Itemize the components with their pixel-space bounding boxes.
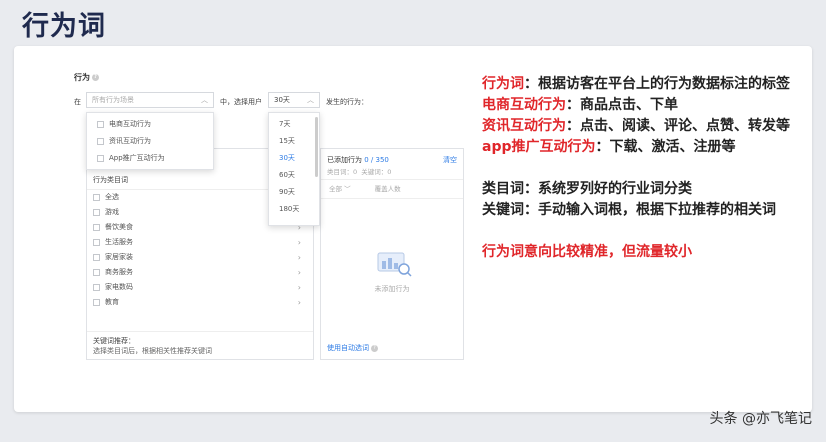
keyword-recommend: 关键词推荐： 选择类目词后，根据相关性推荐关键词 bbox=[87, 331, 313, 359]
days-dropdown: 7天 15天 30天 60天 90天 180天 bbox=[268, 112, 320, 226]
days-select[interactable]: 30天 ︿ bbox=[268, 92, 320, 108]
behavior-label-text: 行为 bbox=[74, 73, 90, 82]
empty-state-icon bbox=[377, 252, 412, 277]
filter-all[interactable]: 全部 ﹀ bbox=[329, 185, 351, 193]
chevron-up-icon: ︿ bbox=[201, 96, 208, 104]
mid-text: 中，选择用户 bbox=[220, 98, 262, 106]
behavior-section-label: 行为? bbox=[74, 72, 99, 83]
auto-select-row[interactable]: 使用自动选词? bbox=[327, 343, 378, 353]
category-item[interactable]: 商务服务 › bbox=[87, 265, 313, 280]
checkbox[interactable] bbox=[93, 298, 100, 306]
day-option[interactable]: 90天 bbox=[269, 184, 319, 201]
scene-select-placeholder: 所有行为场景 bbox=[92, 96, 134, 104]
note-line: 行为词：根据访客在平台上的行为数据标注的标签 bbox=[482, 76, 790, 92]
days-select-value: 30天 bbox=[274, 96, 290, 104]
day-option[interactable]: 7天 bbox=[269, 116, 319, 133]
category-count: 类目词：0 bbox=[327, 168, 358, 176]
day-option[interactable]: 60天 bbox=[269, 167, 319, 184]
clear-button[interactable]: 清空 bbox=[443, 155, 457, 165]
recommend-label: 关键词推荐： bbox=[93, 337, 135, 345]
checkbox[interactable] bbox=[97, 154, 104, 162]
checkbox[interactable] bbox=[93, 208, 100, 216]
filter-coverage[interactable]: 覆盖人数 bbox=[375, 185, 401, 193]
note-line: 关键词：手动输入词根，根据下拉推荐的相关词 bbox=[482, 202, 776, 218]
notes-text: 行为词：根据访客在平台上的行为数据标注的标签 电商互动行为：商品点击、下单 资讯… bbox=[482, 74, 792, 263]
added-stats: 类目词：0 关键词：0 bbox=[327, 166, 391, 176]
added-count: 0 / 350 bbox=[364, 156, 389, 164]
scene-select[interactable]: 所有行为场景 ︿ bbox=[86, 92, 214, 108]
chevron-right-icon: › bbox=[297, 238, 301, 247]
help-icon[interactable]: ? bbox=[92, 74, 99, 81]
dropdown-scrollbar[interactable] bbox=[315, 117, 318, 177]
content-card: 行为? 在 所有行为场景 ︿ 中，选择用户 30天 ︿ 发生的行为： 电商互动行… bbox=[14, 46, 812, 412]
checkbox[interactable] bbox=[93, 268, 100, 276]
checkbox[interactable] bbox=[97, 137, 104, 145]
checkbox[interactable] bbox=[93, 283, 100, 291]
checkbox[interactable] bbox=[93, 193, 100, 201]
category-item[interactable]: 生活服务 › bbox=[87, 235, 313, 250]
prefix-in-text: 在 bbox=[74, 98, 81, 106]
chevron-right-icon: › bbox=[297, 298, 301, 307]
day-option[interactable]: 15天 bbox=[269, 133, 319, 150]
chevron-down-icon: ﹀ bbox=[344, 185, 351, 193]
note-line: app推广互动行为：下载、激活、注册等 bbox=[482, 139, 736, 155]
note-conclusion: 行为词意向比较精准，但流量较小 bbox=[482, 244, 692, 260]
day-option[interactable]: 180天 bbox=[269, 201, 319, 218]
auto-select-link[interactable]: 使用自动选词 bbox=[327, 344, 369, 352]
behavior-settings-panel: 行为? 在 所有行为场景 ︿ 中，选择用户 30天 ︿ 发生的行为： 电商互动行… bbox=[74, 66, 474, 396]
added-label: 已添加行为 bbox=[327, 156, 362, 164]
note-line: 类目词：系统罗列好的行业词分类 bbox=[482, 181, 692, 197]
chevron-right-icon: › bbox=[297, 268, 301, 277]
chevron-up-icon: ︿ bbox=[307, 96, 314, 104]
category-item[interactable]: 家居家装 › bbox=[87, 250, 313, 265]
empty-state-text: 未添加行为 bbox=[374, 285, 410, 293]
keyword-count: 关键词：0 bbox=[361, 168, 392, 176]
checkbox[interactable] bbox=[93, 238, 100, 246]
watermark: 头条 @亦飞笔记 bbox=[709, 411, 812, 427]
checkbox[interactable] bbox=[93, 223, 100, 231]
recommend-hint: 选择类目词后，根据相关性推荐关键词 bbox=[93, 347, 212, 355]
note-line: 资讯互动行为：点击、阅读、评论、点赞、转发等 bbox=[482, 118, 790, 134]
day-option-selected[interactable]: 30天 bbox=[269, 150, 319, 167]
note-line: 电商互动行为：商品点击、下单 bbox=[482, 97, 678, 113]
slide-title: 行为词 bbox=[22, 11, 106, 42]
added-filter-bar: 全部 ﹀ 覆盖人数 bbox=[321, 179, 463, 199]
checkbox[interactable] bbox=[97, 120, 104, 128]
scene-option[interactable]: App推广互动行为 bbox=[87, 150, 213, 167]
scene-dropdown: 电商互动行为 资讯互动行为 App推广互动行为 bbox=[86, 112, 214, 170]
help-icon[interactable]: ? bbox=[371, 344, 378, 352]
scene-option[interactable]: 电商互动行为 bbox=[87, 116, 213, 133]
checkbox[interactable] bbox=[93, 253, 100, 261]
added-header: 已添加行为 0 / 350 bbox=[327, 155, 389, 165]
category-item[interactable]: 教育 › bbox=[87, 295, 313, 310]
added-behavior-panel: 已添加行为 0 / 350 清空 类目词：0 关键词：0 全部 ﹀ 覆盖人数 未… bbox=[320, 148, 464, 360]
category-item[interactable]: 家电数码 › bbox=[87, 280, 313, 295]
suffix-text: 发生的行为： bbox=[326, 98, 368, 106]
chevron-right-icon: › bbox=[297, 253, 301, 262]
scene-option[interactable]: 资讯互动行为 bbox=[87, 133, 213, 150]
chevron-right-icon: › bbox=[297, 283, 301, 292]
